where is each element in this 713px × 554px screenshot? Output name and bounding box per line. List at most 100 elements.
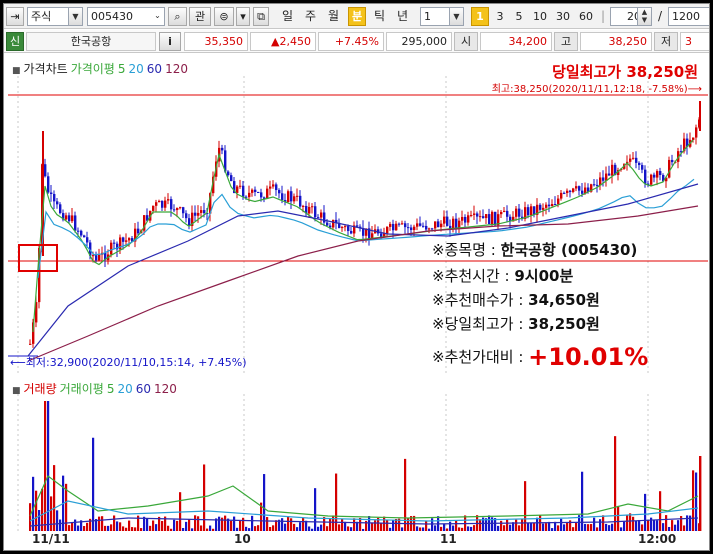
stock-name[interactable]: 한국공항 (26, 32, 156, 51)
volume-bar (566, 522, 569, 531)
candle-body (644, 169, 647, 184)
candle-body (458, 220, 461, 228)
info-recommend-time: ※추천시간 : 9시00분 (432, 265, 573, 286)
menu-toggle-icon[interactable]: ⇥ (6, 7, 24, 26)
volume-bar (617, 505, 620, 531)
total-input[interactable]: 1200 (668, 7, 709, 26)
link-icon[interactable]: ⧉ (253, 7, 269, 26)
watchlist-button[interactable]: 관 (189, 7, 211, 26)
candle-body (275, 184, 278, 191)
legend-marker-icon: ■ (12, 66, 21, 76)
volume-bar (611, 523, 614, 531)
change-percent: +7.45% (318, 32, 384, 51)
candle-body (659, 171, 662, 175)
price-legend-ma5: 5 (117, 62, 126, 76)
interval-button-3[interactable]: 3 (492, 7, 508, 26)
search-icon[interactable]: ⌕ (168, 7, 187, 26)
interval-button-1[interactable]: 1 (471, 7, 489, 26)
period-button-tick[interactable]: 틱 (371, 7, 388, 26)
candle-body (635, 157, 638, 163)
candle-body (203, 210, 206, 214)
candle-body (80, 230, 83, 236)
candle-body (155, 202, 158, 206)
candle-body (47, 176, 50, 193)
volume-bar (86, 522, 89, 531)
volume-bar (368, 516, 371, 531)
candle-body (221, 147, 224, 151)
info-button[interactable]: i (159, 32, 181, 51)
info-value: 34,650원 (528, 291, 600, 309)
volume-chart-panel[interactable]: ■ 거래량 거래이평 5 20 60 120 (8, 376, 708, 531)
candle-body (299, 195, 302, 207)
candle-body (608, 173, 611, 176)
volume-bar (575, 522, 578, 531)
stepper-icon[interactable]: ▲ ▼ (637, 7, 652, 26)
quote-bar: 신 한국공항 i 35,350 ▲2,450 +7.45% 295,000 시 … (4, 30, 709, 53)
chevron-down-icon[interactable]: ▾ (236, 7, 250, 26)
candle-body (50, 192, 53, 194)
volume-bar (665, 515, 668, 531)
volume-bar (623, 521, 626, 531)
volume-bar (443, 523, 446, 531)
volume-bar (371, 522, 374, 531)
candle-body (197, 212, 200, 216)
volume-bar (653, 520, 656, 531)
candle-body (398, 223, 401, 225)
candle-body (596, 184, 599, 186)
price-chart-panel[interactable]: ■ 가격차트 가격이평 5 20 60 120 당일최고가 38,250원 최고:38,25… (8, 56, 708, 374)
volume-bar (545, 523, 548, 531)
candle-body (113, 242, 116, 244)
candle-body (110, 242, 113, 255)
volume-bar (602, 515, 605, 531)
open-value: 34,200 (480, 32, 552, 51)
candle-body (611, 164, 614, 176)
candle-body (344, 226, 347, 228)
volume-bar (110, 524, 113, 531)
volume-bar (644, 493, 647, 531)
candle-body (428, 228, 431, 230)
volume-bar (224, 515, 227, 531)
candle-body (95, 255, 98, 261)
period-button-week[interactable]: 주 (302, 7, 319, 26)
candle-body (182, 207, 185, 214)
period-button-month[interactable]: 월 (325, 7, 342, 26)
candle-body (125, 240, 128, 242)
period-button-year[interactable]: 년 (394, 7, 411, 26)
price-chart (8, 76, 708, 374)
info-label: ※종목명 : (432, 241, 501, 259)
candle-body (503, 210, 506, 212)
candle-body (446, 216, 449, 226)
info-value: 38,250원 (528, 315, 600, 333)
volume-bar (530, 522, 533, 531)
interval-button-30[interactable]: 30 (553, 7, 573, 26)
volume-bar (632, 516, 635, 531)
volume-bar (287, 516, 290, 531)
interval-button-5[interactable]: 5 (511, 7, 527, 26)
period-button-day[interactable]: 일 (279, 7, 296, 26)
candle-body (257, 192, 260, 194)
sync-icon[interactable]: ⊜ (214, 7, 234, 26)
candle-body (302, 205, 305, 207)
volume-bar (533, 522, 536, 531)
candle-body (350, 230, 353, 234)
candle-body (92, 255, 95, 257)
interval-button-10[interactable]: 10 (530, 7, 550, 26)
volume-ma5-line (29, 475, 699, 519)
candle-body (65, 215, 68, 220)
candle-body (638, 162, 641, 166)
low-label: 저 (654, 32, 678, 51)
chevron-down-icon[interactable]: ▼ (68, 7, 83, 26)
chevron-down-icon[interactable]: ⌄ (150, 7, 165, 26)
candle-body (464, 216, 467, 223)
interval-button-60[interactable]: 60 (576, 7, 596, 26)
period-button-minute[interactable]: 분 (348, 7, 366, 26)
candle-body (455, 218, 458, 228)
candle-body (479, 216, 482, 218)
candle-body (566, 190, 569, 193)
chevron-down-icon[interactable]: ▼ (449, 7, 464, 26)
open-label: 시 (454, 32, 478, 51)
chart-toolbar: ⇥ 주식 ▼ 005430 ⌄ ⌕ 관 ⊜ ▾ ⧉ 일 주 월 분 틱 년 1 … (4, 4, 709, 29)
candle-body (539, 204, 542, 210)
candle-body (551, 204, 554, 207)
candle-body (68, 215, 71, 222)
